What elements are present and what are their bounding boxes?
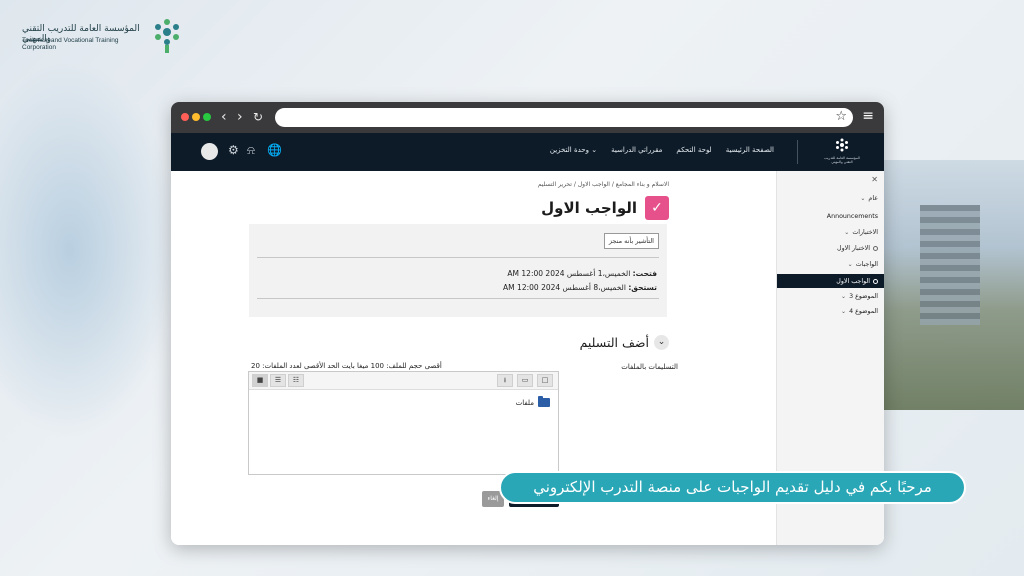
- drawer-item-label: الموضوع 3: [849, 293, 878, 300]
- gear-icon[interactable]: ⚙: [228, 143, 239, 157]
- mark-as-done-button[interactable]: التأشير بأنه منجز: [603, 233, 659, 249]
- breadcrumb[interactable]: الاسلام و بناء المجامع / الواجب الاول / …: [538, 181, 669, 188]
- chevron-down-icon[interactable]: ⌄: [848, 261, 853, 268]
- chevron-down-icon: ⌄: [591, 146, 598, 154]
- drawer-item-first-assignment[interactable]: الواجب الاول: [777, 274, 884, 288]
- file-limits-text: أقصى حجم للملف: 100 ميغا بايت الحد الأقص…: [251, 362, 442, 370]
- assignment-icon: ✓: [645, 196, 669, 220]
- file-submissions-label: التسليمات بالملفات: [621, 363, 678, 371]
- divider: [257, 298, 659, 299]
- file-manager-toolbar: ■ ☰ ☷ ⭳ ▭ □: [249, 372, 558, 390]
- chevron-left-icon[interactable]: ‹: [221, 108, 227, 126]
- nav-dashboard[interactable]: لوحة التحكم: [676, 146, 711, 154]
- main-nav: الصفحة الرئيسية لوحة التحكم مقرراتي الدر…: [550, 146, 774, 154]
- minimize-window-button[interactable]: [192, 113, 200, 121]
- nav-storage[interactable]: وحدة التخزين ⌄: [550, 146, 597, 154]
- add-file-icon[interactable]: □: [537, 374, 553, 387]
- drawer-item-label: الاختبارات: [852, 229, 878, 236]
- site-logo-text: المؤسسة العامة للتدريب التقني والمهني: [824, 156, 860, 164]
- create-folder-icon[interactable]: ▭: [517, 374, 533, 387]
- file-manager[interactable]: ■ ☰ ☷ ⭳ ▭ □ ملفات: [248, 371, 559, 475]
- due-date: تستحق: الخميس،8 أغسطس 2024 12:00 AM: [503, 283, 657, 292]
- completion-circle-icon: [873, 246, 878, 251]
- drawer-item-announcements[interactable]: Announcements: [827, 213, 878, 220]
- header-divider: [797, 140, 798, 164]
- add-submission-header[interactable]: أضف التسليم ⌄: [580, 335, 669, 350]
- completion-circle-icon: [873, 278, 878, 284]
- maximize-window-button[interactable]: [203, 113, 211, 121]
- drawer-section-general[interactable]: عام ⌄: [860, 195, 878, 202]
- folder-icon: [538, 396, 550, 407]
- download-icon[interactable]: ⭳: [497, 374, 513, 387]
- avatar[interactable]: [201, 143, 218, 160]
- drawer-item-label: الاختبار الاول: [837, 245, 870, 252]
- chevron-down-icon[interactable]: ⌄: [841, 308, 846, 315]
- chevron-down-icon[interactable]: ⌄: [844, 229, 849, 236]
- reload-icon[interactable]: ↻: [253, 108, 263, 126]
- chevron-down-icon[interactable]: ⌄: [841, 293, 846, 300]
- drawer-section-topic-3[interactable]: الموضوع 3 ⌄: [841, 293, 878, 300]
- folder-item[interactable]: ملفات: [515, 396, 550, 407]
- chevron-down-icon[interactable]: ⌄: [860, 195, 865, 202]
- background-building: [920, 205, 980, 325]
- drawer-item-label: الموضوع 4: [849, 308, 878, 315]
- list-view-icon[interactable]: ☰: [270, 374, 286, 387]
- bell-icon[interactable]: ⍾: [247, 143, 255, 158]
- drawer-section-quizzes[interactable]: الاختبارات ⌄: [844, 229, 878, 236]
- assignment-info-box: التأشير بأنه منجز فتحت: الخميس،1 أغسطس 2…: [249, 224, 667, 317]
- folder-label: ملفات: [515, 398, 534, 407]
- close-icon[interactable]: ✕: [871, 175, 878, 184]
- due-value: الخميس،8 أغسطس 2024 12:00 AM: [503, 283, 626, 292]
- corporation-name-en: Technical and Vocational Training Corpor…: [22, 37, 119, 51]
- url-bar[interactable]: ☆: [275, 108, 853, 127]
- drawer-section-topic-4[interactable]: الموضوع 4 ⌄: [841, 308, 878, 315]
- site-logo-icon: [836, 138, 848, 152]
- divider: [257, 257, 659, 258]
- grid-view-icon[interactable]: ☷: [288, 374, 304, 387]
- drawer-item-first-quiz[interactable]: الاختبار الاول: [837, 245, 878, 252]
- drawer-item-label: الواجبات: [855, 261, 878, 268]
- drawer-section-assignments[interactable]: الواجبات ⌄: [848, 261, 878, 268]
- due-label: تستحق:: [628, 283, 657, 292]
- corporation-emblem-icon: [155, 19, 179, 53]
- background-blob: [0, 60, 180, 440]
- chevron-right-icon[interactable]: ›: [237, 108, 243, 126]
- site-header: ⚙ ⍾ 🌐 الصفحة الرئيسية لوحة التحكم مقررات…: [171, 133, 884, 171]
- star-icon[interactable]: ☆: [835, 109, 847, 124]
- opened-label: فتحت:: [632, 269, 657, 278]
- drawer-item-label: الواجب الاول: [836, 277, 870, 285]
- opened-date: فتحت: الخميس،1 أغسطس 2024 12:00 AM: [507, 269, 657, 278]
- globe-icon[interactable]: 🌐: [267, 143, 282, 157]
- corporation-logo: المؤسسة العامة للتدريب التقني والمهني Te…: [22, 18, 187, 58]
- drawer-item-label: Announcements: [826, 213, 878, 220]
- folder-view-icon[interactable]: ■: [252, 374, 268, 387]
- chevron-down-icon[interactable]: ⌄: [654, 335, 669, 350]
- nav-my-courses[interactable]: مقرراتي الدراسية: [611, 146, 662, 154]
- browser-toolbar: ‹ › ↻ ☆ ≡: [171, 102, 884, 133]
- opened-value: الخميس،1 أغسطس 2024 12:00 AM: [507, 269, 631, 278]
- nav-home[interactable]: الصفحة الرئيسية: [726, 146, 774, 154]
- page-title: الواجب الاول: [541, 199, 637, 217]
- close-window-button[interactable]: [181, 113, 189, 121]
- drawer-item-label: عام: [868, 195, 878, 202]
- hamburger-icon[interactable]: ≡: [862, 108, 874, 124]
- site-logo[interactable]: المؤسسة العامة للتدريب التقني والمهني: [820, 138, 864, 166]
- page-title-row: ✓ الواجب الاول: [541, 196, 669, 220]
- caption-banner: مرحبًا بكم في دليل تقديم الواجبات على من…: [499, 471, 966, 504]
- section-title: أضف التسليم: [579, 335, 649, 350]
